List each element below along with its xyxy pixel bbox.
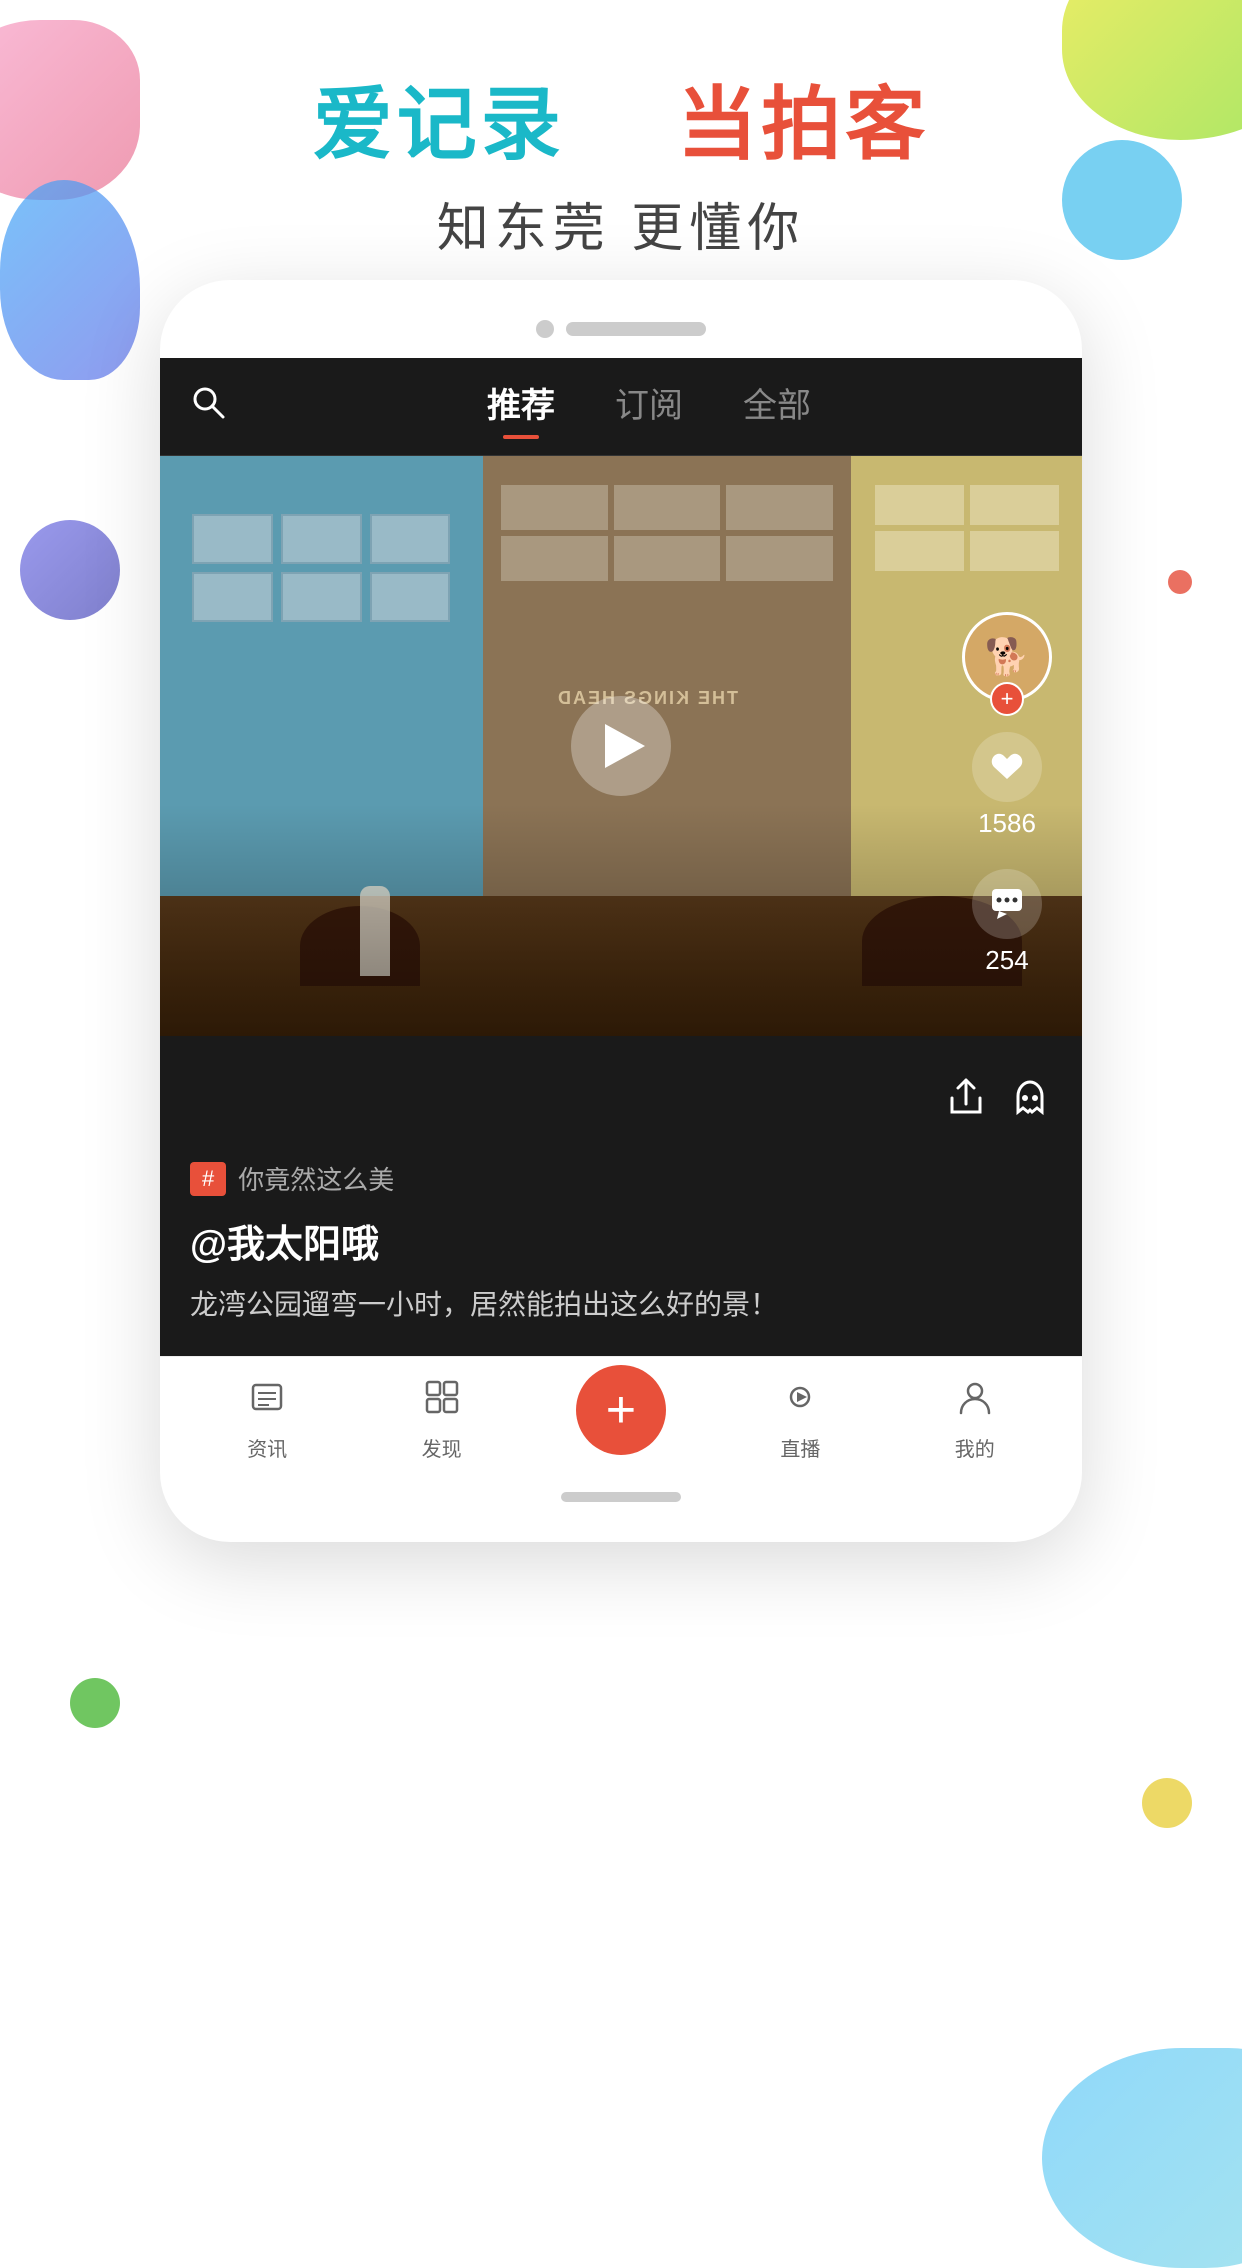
nav-label-profile: 我的 xyxy=(955,1433,995,1462)
bottom-nav: 资讯 发现 + xyxy=(160,1356,1082,1472)
nav-item-create[interactable]: + xyxy=(576,1385,666,1455)
nav-tabs: 推荐 订阅 全部 xyxy=(246,378,1052,435)
phone-top-bar xyxy=(160,310,1082,358)
bg-blob-red xyxy=(1168,570,1192,594)
header-title-line1: 爱记录 当拍客 xyxy=(0,60,1242,176)
title-blue: 爱记录 xyxy=(313,80,565,169)
play-triangle-icon xyxy=(605,724,645,768)
hashtag-badge: # xyxy=(190,1162,226,1196)
comment-action[interactable]: 254 xyxy=(972,869,1042,976)
news-icon xyxy=(247,1377,287,1427)
ghost-button[interactable] xyxy=(1008,1076,1052,1130)
nav-item-discover[interactable]: 发现 xyxy=(402,1377,482,1462)
follow-button[interactable]: + xyxy=(990,682,1024,716)
nav-label-news: 资讯 xyxy=(247,1433,287,1462)
bg-blob-blue-bottomright xyxy=(1042,2048,1242,2268)
share-ghost-row xyxy=(190,1076,1052,1130)
app-content: 推荐 订阅 全部 xyxy=(160,358,1082,1472)
discover-icon xyxy=(422,1377,462,1427)
video-actions: 🐕 + 1586 xyxy=(962,612,1052,976)
comment-icon xyxy=(972,869,1042,939)
like-icon xyxy=(972,732,1042,802)
bg-blob-purple xyxy=(20,520,120,620)
video-area[interactable]: THE KINGS HEAD xyxy=(160,456,1082,1036)
phone-camera xyxy=(536,320,554,338)
nav-item-profile[interactable]: 我的 xyxy=(935,1377,1015,1462)
tab-recommended[interactable]: 推荐 xyxy=(487,378,555,435)
phone-speaker xyxy=(566,322,706,336)
header: 爱记录 当拍客 知东莞 更懂你 xyxy=(0,0,1242,261)
search-icon[interactable] xyxy=(190,384,226,429)
create-plus-button[interactable]: + xyxy=(576,1365,666,1455)
dark-section: # 你竟然这么美 @我太阳哦 龙湾公园遛弯一小时，居然能拍出这么好的景！ xyxy=(160,1036,1082,1356)
post-username[interactable]: @我太阳哦 xyxy=(190,1213,1052,1268)
hashtag-text: 你竟然这么美 xyxy=(238,1160,394,1197)
nav-bar: 推荐 订阅 全部 xyxy=(160,358,1082,456)
avatar-wrap[interactable]: 🐕 + xyxy=(962,612,1052,702)
bg-blob-green xyxy=(70,1678,120,1728)
play-button[interactable] xyxy=(571,696,671,796)
post-description: 龙湾公园遛弯一小时，居然能拍出这么好的景！ xyxy=(190,1284,1052,1326)
avatar-emoji: 🐕 xyxy=(985,636,1030,678)
bg-blob-yellow xyxy=(1142,1778,1192,1828)
share-button[interactable] xyxy=(944,1076,988,1130)
tab-subscribed[interactable]: 订阅 xyxy=(615,378,683,435)
hashtag-row: # 你竟然这么美 xyxy=(190,1160,1052,1197)
header-subtitle: 知东莞 更懂你 xyxy=(0,186,1242,261)
home-indicator xyxy=(561,1492,681,1502)
comment-count: 254 xyxy=(985,945,1028,976)
like-action[interactable]: 1586 xyxy=(972,732,1042,839)
like-count: 1586 xyxy=(978,808,1036,839)
phone-mockup: 推荐 订阅 全部 xyxy=(160,280,1082,1542)
nav-label-live: 直播 xyxy=(780,1433,820,1462)
title-red: 当拍客 xyxy=(677,80,929,169)
live-icon xyxy=(780,1377,820,1427)
profile-icon xyxy=(955,1377,995,1427)
nav-label-discover: 发现 xyxy=(422,1433,462,1462)
nav-item-news[interactable]: 资讯 xyxy=(227,1377,307,1462)
phone-bottom-bar xyxy=(160,1472,1082,1502)
tab-all[interactable]: 全部 xyxy=(743,378,811,435)
nav-item-live[interactable]: 直播 xyxy=(760,1377,840,1462)
